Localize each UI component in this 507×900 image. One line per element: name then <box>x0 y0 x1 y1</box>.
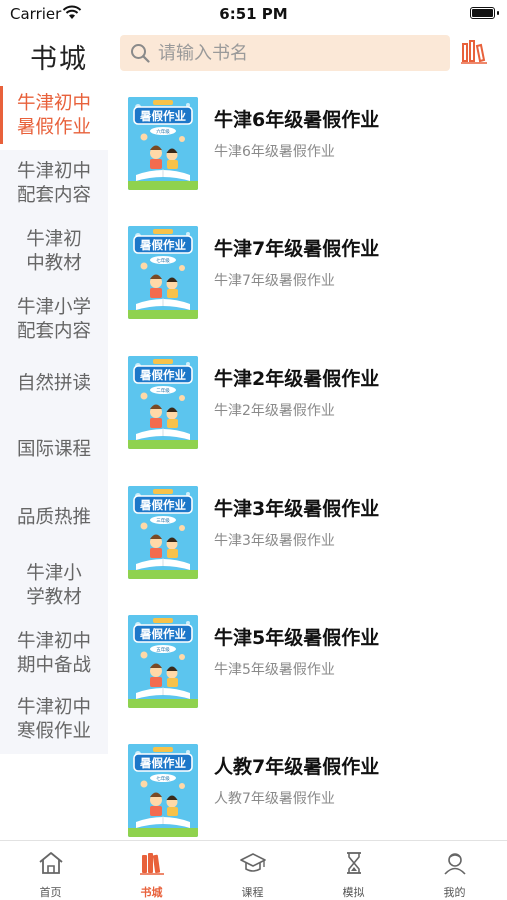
tab-bar: 首页 书城 课程 模拟 我的 <box>0 840 507 900</box>
svg-text:暑假作业: 暑假作业 <box>139 109 186 123</box>
svg-text:暑假作业: 暑假作业 <box>139 368 186 382</box>
sidebar-item-label: 配套内容 <box>16 321 91 342</box>
tab-home[interactable]: 首页 <box>0 841 101 900</box>
book-cover: 暑假作业 六年级 <box>128 97 198 190</box>
tab-bookstore[interactable]: 书城 <box>101 841 202 900</box>
profile-icon <box>444 853 466 875</box>
sidebar-item-label: 品质热推 <box>16 507 91 528</box>
sidebar-item-international-courses[interactable]: 国际课程 <box>0 416 108 484</box>
sidebar-item-quality-picks[interactable]: 品质热推 <box>0 484 108 552</box>
sidebar-item-label: 学教材 <box>26 587 82 608</box>
sidebar-item-label: 自然拼读 <box>16 373 91 394</box>
sidebar-item-label: 牛津初中 <box>16 631 91 652</box>
book-title: 牛津3年级暑假作业 <box>214 498 380 520</box>
sidebar-item-label: 期中备战 <box>16 655 91 676</box>
tab-label: 首页 <box>39 886 62 899</box>
book-list-item[interactable]: 暑假作业六年级 牛津6年级暑假作业 牛津6年级暑假作业 <box>128 97 488 192</box>
status-bar: Carrier 6:51 PM <box>0 0 507 30</box>
sidebar-item-oxford-junior-summer[interactable]: 牛津初中 暑假作业 <box>0 82 108 150</box>
sidebar-item-oxford-primary-textbook[interactable]: 牛津小 学教材 <box>0 552 108 620</box>
sidebar-item-label: 寒假作业 <box>16 721 91 742</box>
book-subtitle: 人教7年级暑假作业 <box>214 791 335 807</box>
cover-artwork: 暑假作业七年级 <box>128 226 198 319</box>
sidebar-item-label: 暑假作业 <box>16 117 91 138</box>
cover-artwork: 暑假作业二年级 <box>128 356 198 449</box>
sidebar-item-phonics[interactable]: 自然拼读 <box>0 350 108 418</box>
sidebar-item-oxford-junior-midterm[interactable]: 牛津初中 期中备战 <box>0 620 108 688</box>
sidebar-item-oxford-primary-supporting[interactable]: 牛津小学 配套内容 <box>0 286 108 354</box>
tab-label: 我的 <box>443 886 466 899</box>
book-subtitle: 牛津6年级暑假作业 <box>214 144 335 160</box>
search-input[interactable] <box>158 35 443 71</box>
sidebar-item-label: 牛津小 <box>26 563 82 584</box>
graduation-cap-icon <box>240 853 266 872</box>
svg-text:七年级: 七年级 <box>156 257 170 264</box>
sidebar-item-oxford-junior-winter[interactable]: 牛津初中 寒假作业 <box>0 686 108 754</box>
book-subtitle: 牛津3年级暑假作业 <box>214 533 335 549</box>
cover-artwork: 暑假作业五年级 <box>128 615 198 708</box>
search-bar[interactable] <box>120 35 450 71</box>
tab-courses[interactable]: 课程 <box>202 841 303 900</box>
book-list-item[interactable]: 暑假作业三年级 牛津3年级暑假作业 牛津3年级暑假作业 <box>128 486 488 581</box>
clock: 6:51 PM <box>219 5 288 23</box>
book-title: 牛津7年级暑假作业 <box>214 238 380 260</box>
tab-mock-test[interactable]: 模拟 <box>303 841 404 900</box>
tab-label: 课程 <box>241 886 264 899</box>
sidebar-item-label: 牛津初中 <box>16 161 91 182</box>
search-icon <box>131 44 150 63</box>
sidebar-item-label: 牛津初中 <box>16 93 91 114</box>
books-icon <box>140 853 164 875</box>
book-subtitle: 牛津2年级暑假作业 <box>214 403 335 419</box>
page-title: 书城 <box>30 44 88 75</box>
sidebar-item-label: 国际课程 <box>16 439 91 460</box>
sidebar-item-label: 牛津小学 <box>16 297 91 318</box>
svg-text:暑假作业: 暑假作业 <box>139 238 186 252</box>
book-cover: 暑假作业 七年级 <box>128 226 198 319</box>
category-sidebar: 牛津初中 暑假作业 牛津初中 配套内容 牛津初 中教材 牛津小学 配套内容 自然拼读 国… <box>0 82 108 754</box>
tab-profile[interactable]: 我的 <box>404 841 505 900</box>
sidebar-item-oxford-junior-supporting[interactable]: 牛津初中 配套内容 <box>0 150 108 218</box>
svg-text:五年级: 五年级 <box>156 646 170 653</box>
bookshelf-icon[interactable] <box>460 38 488 66</box>
svg-text:六年级: 六年级 <box>156 128 170 135</box>
sidebar-item-label: 牛津初中 <box>16 697 91 718</box>
sidebar-item-oxford-junior-textbook[interactable]: 牛津初 中教材 <box>0 218 108 286</box>
book-title: 人教7年级暑假作业 <box>214 756 380 778</box>
svg-text:三年级: 三年级 <box>156 517 170 524</box>
svg-text:暑假作业: 暑假作业 <box>139 756 186 770</box>
book-title: 牛津2年级暑假作业 <box>214 368 380 390</box>
book-subtitle: 牛津5年级暑假作业 <box>214 662 335 678</box>
cover-artwork: 暑假作业六年级 <box>128 97 198 190</box>
svg-text:七年级: 七年级 <box>156 775 170 782</box>
tab-label: 书城 <box>140 886 163 899</box>
battery-icon <box>470 7 499 19</box>
book-list-item[interactable]: 暑假作业二年级 牛津2年级暑假作业 牛津2年级暑假作业 <box>128 356 488 451</box>
tab-label: 模拟 <box>342 886 365 899</box>
home-icon <box>39 852 63 874</box>
book-title: 牛津6年级暑假作业 <box>214 109 380 131</box>
sidebar-item-label: 配套内容 <box>16 185 91 206</box>
sidebar-item-label: 牛津初 <box>26 229 82 250</box>
book-cover: 暑假作业 五年级 <box>128 615 198 708</box>
svg-text:二年级: 二年级 <box>156 387 170 394</box>
hourglass-icon <box>347 852 361 874</box>
sidebar-item-label: 中教材 <box>26 253 82 274</box>
book-list-item[interactable]: 暑假作业五年级 牛津5年级暑假作业 牛津5年级暑假作业 <box>128 615 488 710</box>
book-list-item[interactable]: 暑假作业七年级 牛津7年级暑假作业 牛津7年级暑假作业 <box>128 226 488 321</box>
book-subtitle: 牛津7年级暑假作业 <box>214 273 335 289</box>
svg-text:暑假作业: 暑假作业 <box>139 627 186 641</box>
cover-artwork: 暑假作业三年级 <box>128 486 198 579</box>
cover-artwork: 暑假作业七年级 <box>128 744 198 837</box>
svg-text:暑假作业: 暑假作业 <box>139 498 186 512</box>
book-list-item[interactable]: 暑假作业七年级 人教7年级暑假作业 人教7年级暑假作业 <box>128 744 488 839</box>
book-cover: 暑假作业 七年级 <box>128 744 198 837</box>
book-cover: 暑假作业 三年级 <box>128 486 198 579</box>
book-cover: 暑假作业 二年级 <box>128 356 198 449</box>
book-title: 牛津5年级暑假作业 <box>214 627 380 649</box>
